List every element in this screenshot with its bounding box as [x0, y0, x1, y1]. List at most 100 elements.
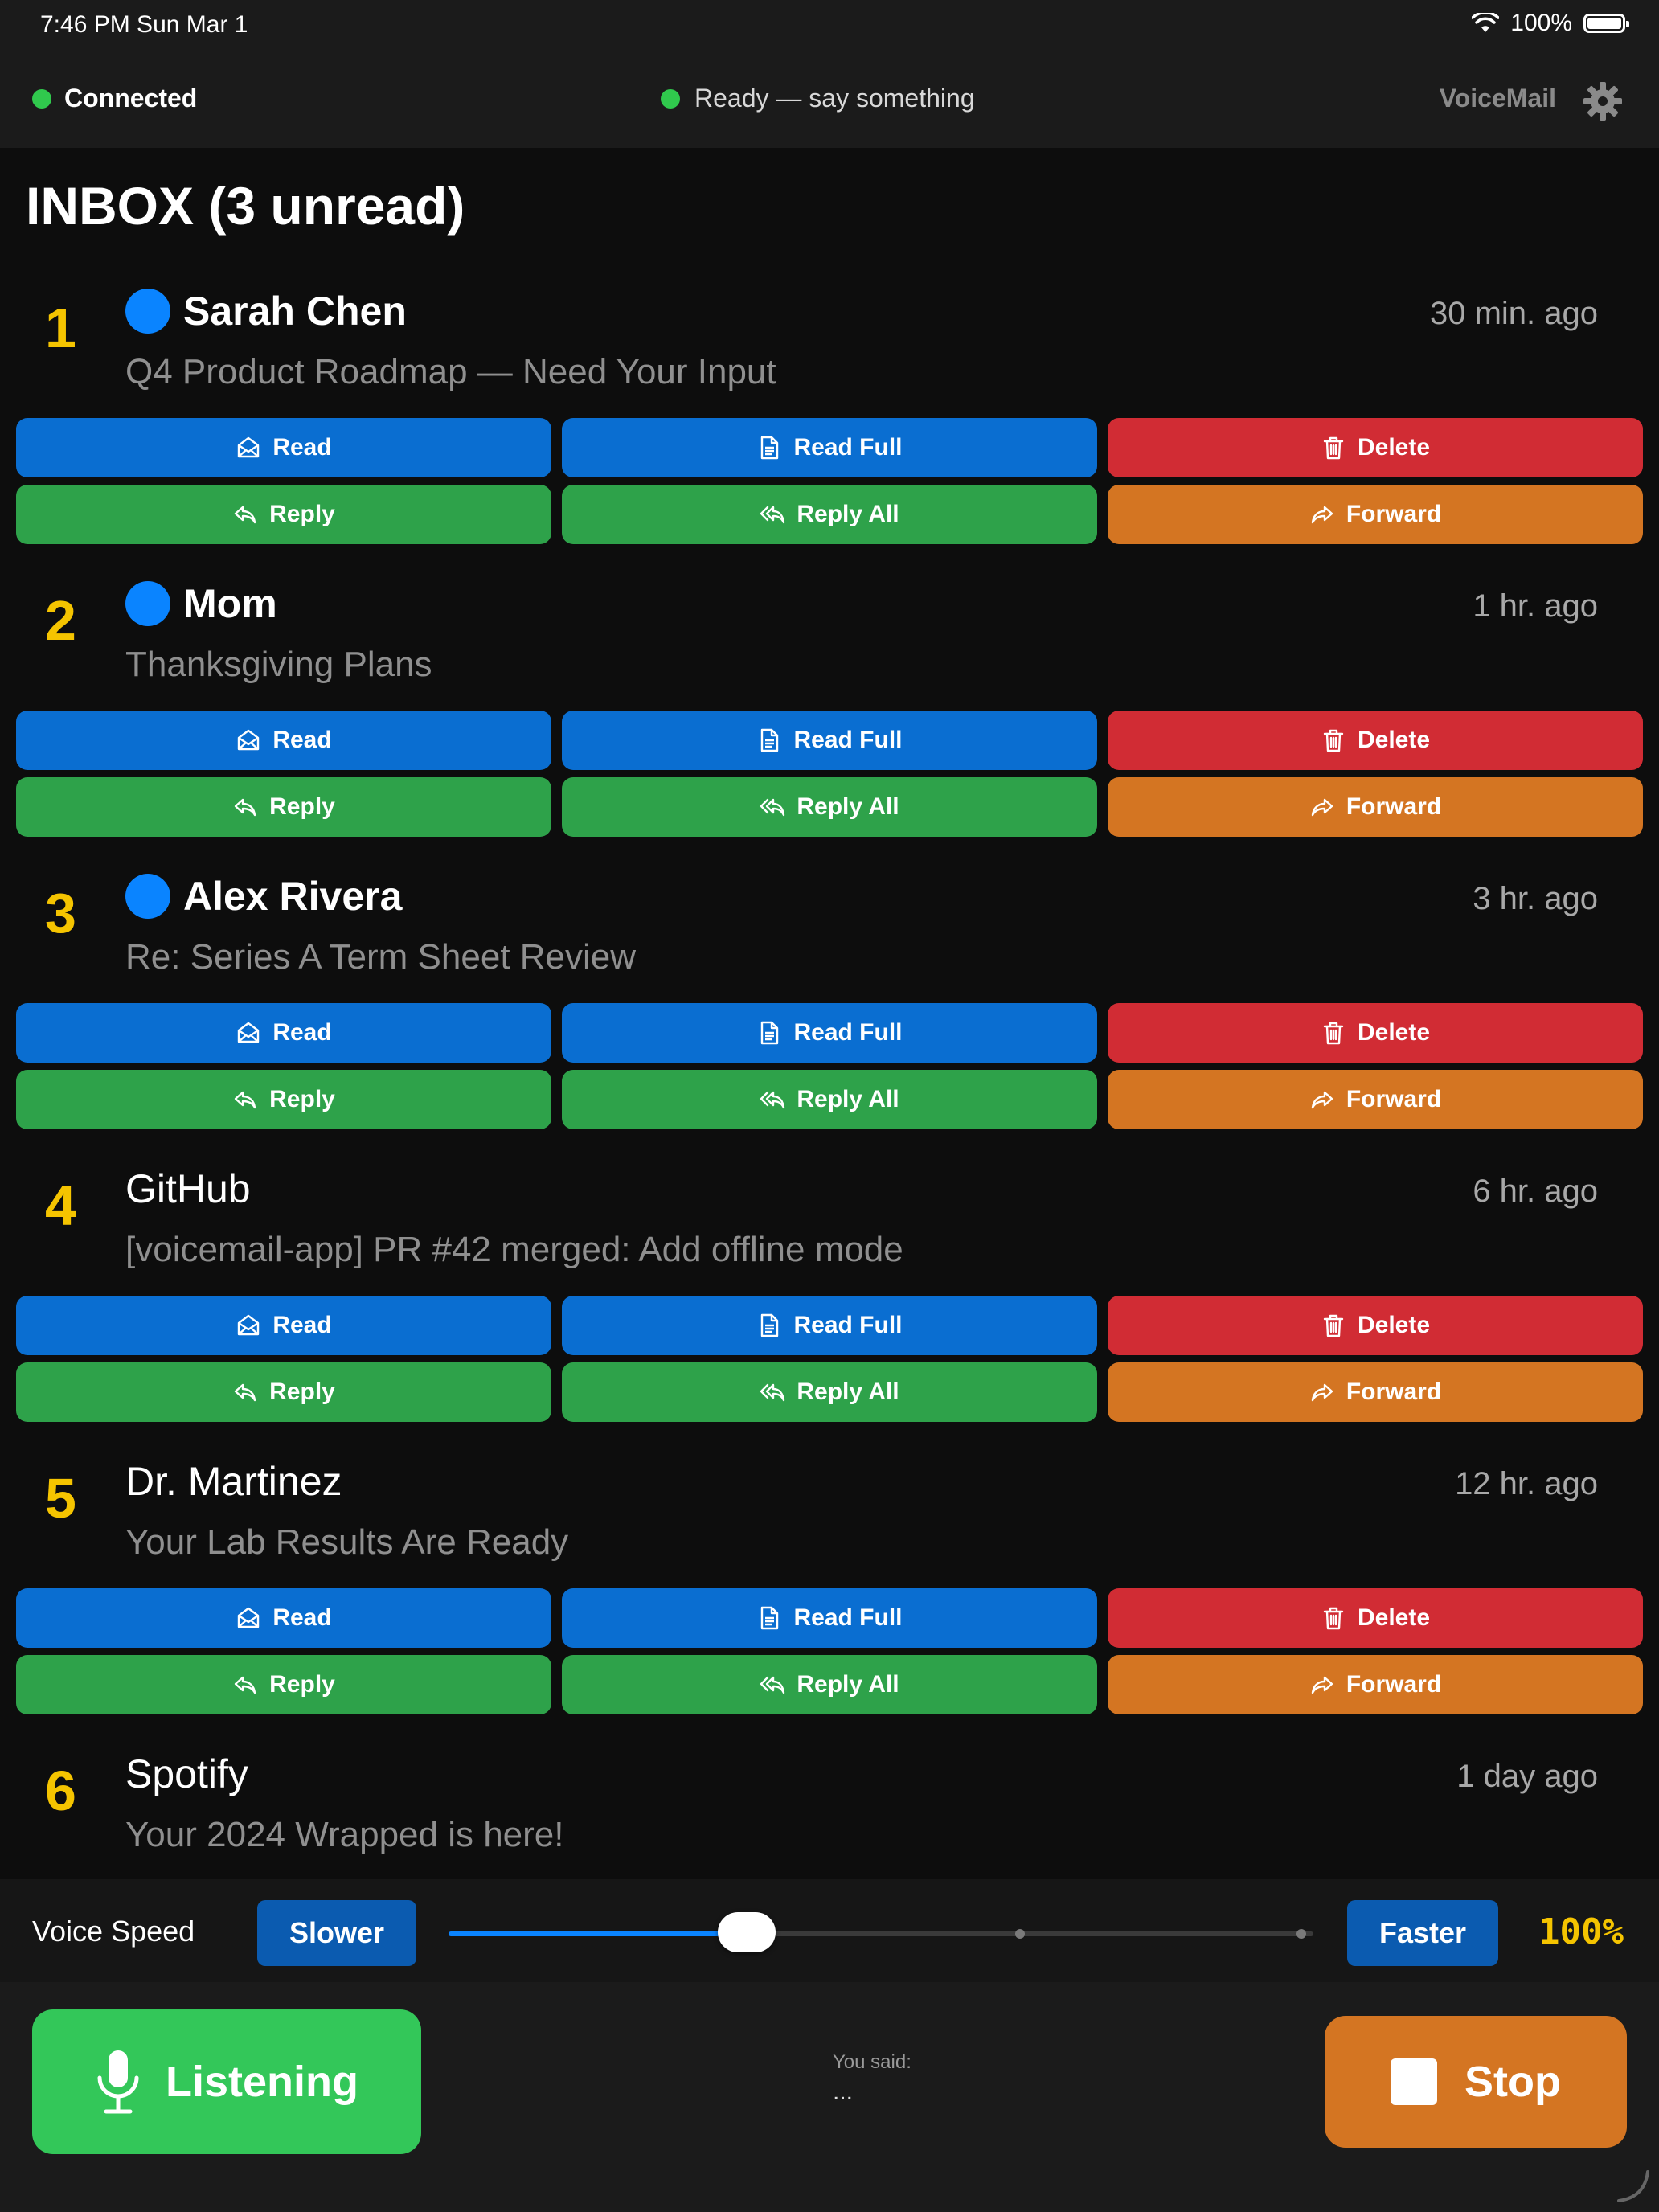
you-said-text: ... — [833, 2079, 854, 2105]
email-subject: Your 2024 Wrapped is here! — [125, 1815, 564, 1854]
reply-all-button[interactable]: Reply All — [562, 1655, 1097, 1714]
forward-button[interactable]: Forward — [1108, 1362, 1643, 1422]
reply-button[interactable]: Reply — [16, 1655, 551, 1714]
delete-button[interactable]: Delete — [1108, 1588, 1643, 1648]
email-sender: Dr. Martinez — [125, 1459, 342, 1504]
listening-button[interactable]: Listening — [32, 2009, 421, 2154]
microphone-icon — [97, 2050, 139, 2114]
reply-icon — [232, 794, 258, 820]
reply-all-label: Reply All — [797, 793, 899, 820]
delete-label: Delete — [1357, 727, 1431, 753]
read-button[interactable]: Read — [16, 1588, 551, 1648]
email-item[interactable]: 6 Spotify 1 day ago Your 2024 Wrapped is he… — [0, 1736, 1659, 1879]
read-button[interactable]: Read — [16, 1296, 551, 1355]
read-button[interactable]: Read — [16, 711, 551, 770]
speed-slider[interactable] — [449, 1912, 1313, 1952]
read-full-label: Read Full — [793, 727, 903, 753]
connection-dot-icon — [32, 88, 51, 109]
delete-label: Delete — [1357, 1604, 1431, 1631]
delete-button[interactable]: Delete — [1108, 711, 1643, 770]
email-sender: Alex Rivera — [183, 874, 403, 919]
battery-percent: 100% — [1510, 10, 1572, 36]
read-button[interactable]: Read — [16, 418, 551, 477]
reply-label: Reply — [269, 1086, 335, 1112]
reply-all-button[interactable]: Reply All — [562, 485, 1097, 544]
trash-icon — [1321, 1605, 1346, 1631]
email-number: 3 — [45, 882, 76, 944]
battery-icon — [1583, 14, 1629, 33]
envelope-open-icon — [236, 1605, 261, 1631]
delete-button[interactable]: Delete — [1108, 1296, 1643, 1355]
stop-label: Stop — [1464, 2058, 1561, 2106]
read-full-button[interactable]: Read Full — [562, 711, 1097, 770]
email-subject: Your Lab Results Are Ready — [125, 1522, 569, 1562]
delete-label: Delete — [1357, 1312, 1431, 1338]
reply-button[interactable]: Reply — [16, 485, 551, 544]
forward-icon — [1309, 1379, 1335, 1405]
reply-all-button[interactable]: Reply All — [562, 777, 1097, 837]
forward-button[interactable]: Forward — [1108, 1070, 1643, 1129]
email-list[interactable]: 1 Sarah Chen 30 min. ago Q4 Product Roadmap… — [0, 273, 1659, 1879]
trash-icon — [1321, 1313, 1346, 1338]
unread-dot-icon — [125, 874, 170, 919]
transcript: You said: ... — [833, 2051, 911, 2106]
envelope-open-icon — [236, 727, 261, 753]
read-label: Read — [272, 434, 332, 461]
read-full-button[interactable]: Read Full — [562, 1296, 1097, 1355]
voice-status-text: Ready — say something — [694, 84, 975, 113]
envelope-open-icon — [236, 1313, 261, 1338]
forward-button[interactable]: Forward — [1108, 1655, 1643, 1714]
email-actions: Read Read Full Delete Reply Reply All Forward — [16, 1296, 1643, 1422]
stop-icon — [1391, 2058, 1437, 2105]
reply-button[interactable]: Reply — [16, 1070, 551, 1129]
reply-label: Reply — [269, 501, 335, 527]
reply-all-button[interactable]: Reply All — [562, 1362, 1097, 1422]
read-button[interactable]: Read — [16, 1003, 551, 1063]
voice-speed-bar: Voice Speed Slower Faster 100% — [0, 1879, 1659, 1982]
read-full-button[interactable]: Read Full — [562, 1003, 1097, 1063]
email-actions: Read Read Full Delete Reply Reply All Forward — [16, 1588, 1643, 1714]
email-item[interactable]: 1 Sarah Chen 30 min. ago Q4 Product Roadmap… — [0, 273, 1659, 566]
document-icon — [756, 435, 782, 461]
forward-icon — [1309, 794, 1335, 820]
email-time: 6 hr. ago — [1473, 1174, 1598, 1209]
email-sender: GitHub — [125, 1166, 251, 1211]
listening-label: Listening — [166, 2058, 358, 2106]
delete-button[interactable]: Delete — [1108, 418, 1643, 477]
forward-button[interactable]: Forward — [1108, 777, 1643, 837]
bottom-controls: Listening You said: ... Stop — [0, 1982, 1659, 2212]
slower-button[interactable]: Slower — [257, 1900, 416, 1966]
reply-button[interactable]: Reply — [16, 777, 551, 837]
email-sender: Spotify — [125, 1751, 248, 1796]
gear-icon[interactable] — [1582, 80, 1624, 122]
read-full-button[interactable]: Read Full — [562, 1588, 1097, 1648]
app-name: VoiceMail — [1439, 84, 1556, 113]
document-icon — [756, 1313, 782, 1338]
reply-button[interactable]: Reply — [16, 1362, 551, 1422]
delete-button[interactable]: Delete — [1108, 1003, 1643, 1063]
speed-percent: 100% — [1538, 1911, 1624, 1952]
read-full-label: Read Full — [793, 1312, 903, 1338]
stop-button[interactable]: Stop — [1325, 2016, 1627, 2148]
voice-status: Ready — say something — [661, 84, 975, 113]
speed-slider-thumb[interactable] — [718, 1912, 776, 1952]
delete-label: Delete — [1357, 434, 1431, 461]
read-full-label: Read Full — [793, 1019, 903, 1046]
sender-row: Alex Rivera — [125, 873, 402, 920]
reply-all-button[interactable]: Reply All — [562, 1070, 1097, 1129]
delete-label: Delete — [1357, 1019, 1431, 1046]
email-item[interactable]: 4 GitHub 6 hr. ago [voicemail-app] PR #42 m… — [0, 1151, 1659, 1444]
envelope-open-icon — [236, 435, 261, 461]
forward-label: Forward — [1346, 1671, 1442, 1698]
email-item[interactable]: 3 Alex Rivera 3 hr. ago Re: Series A Term S… — [0, 858, 1659, 1151]
read-label: Read — [272, 1312, 332, 1338]
forward-button[interactable]: Forward — [1108, 485, 1643, 544]
reply-all-label: Reply All — [797, 1086, 899, 1112]
sender-row: Mom — [125, 580, 277, 627]
email-item[interactable]: 2 Mom 1 hr. ago Thanksgiving Plans Read Read … — [0, 566, 1659, 858]
email-time: 3 hr. ago — [1473, 881, 1598, 916]
email-item[interactable]: 5 Dr. Martinez 12 hr. ago Your Lab Results … — [0, 1444, 1659, 1736]
faster-button[interactable]: Faster — [1347, 1900, 1498, 1966]
read-full-button[interactable]: Read Full — [562, 418, 1097, 477]
reply-label: Reply — [269, 1378, 335, 1405]
